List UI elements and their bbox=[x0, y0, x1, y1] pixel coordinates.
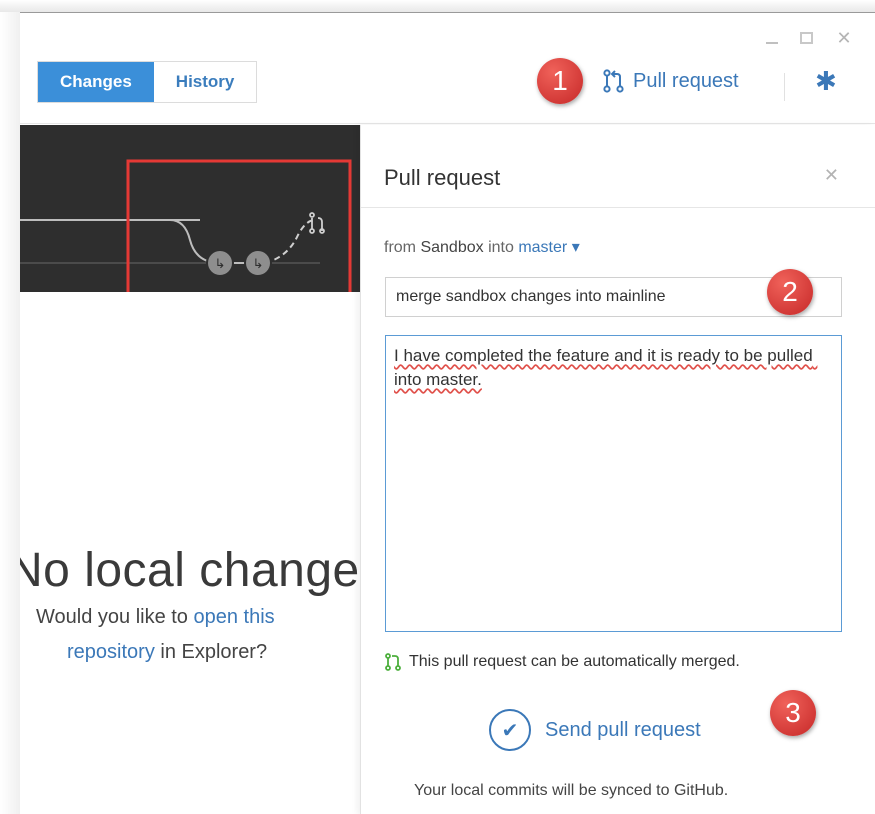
merge-status: This pull request can be automatically m… bbox=[385, 653, 740, 671]
empty-state-line-1: Would you like to open this bbox=[36, 606, 275, 628]
repository-link[interactable]: repository bbox=[67, 641, 155, 663]
sync-note: Your local commits will be synced to Git… bbox=[414, 782, 729, 799]
tab-changes[interactable]: Changes bbox=[38, 62, 154, 102]
target-branch-dropdown[interactable]: master ▾ bbox=[518, 239, 579, 256]
window-shadow-top bbox=[0, 0, 875, 12]
svg-text:↳: ↳ bbox=[253, 257, 264, 272]
empty-state-line-2: repository in Explorer? bbox=[67, 641, 268, 663]
source-branch: Sandbox bbox=[420, 239, 484, 256]
window-close-icon[interactable]: ✕ bbox=[835, 29, 853, 47]
highlight-box bbox=[126, 159, 352, 292]
callout-3: 3 bbox=[770, 690, 816, 736]
merge-ok-icon bbox=[385, 653, 401, 671]
tab-history[interactable]: History bbox=[153, 62, 257, 102]
empty-state-heading: No local changes bbox=[20, 544, 368, 597]
open-in-explorer-link[interactable]: open this bbox=[194, 606, 275, 628]
minimize-icon[interactable] bbox=[766, 32, 778, 44]
gear-icon[interactable]: ✱ bbox=[815, 67, 837, 95]
pull-request-icon bbox=[603, 69, 624, 93]
commit-graph: ↳ ↳ bbox=[20, 125, 360, 292]
toolbar-separator bbox=[784, 73, 785, 101]
maximize-icon[interactable] bbox=[800, 32, 813, 44]
callout-2: 2 bbox=[767, 269, 813, 315]
window-shadow-left bbox=[0, 12, 20, 814]
close-icon[interactable]: ✕ bbox=[824, 165, 839, 186]
send-pull-request-label: Send pull request bbox=[545, 718, 701, 741]
view-tabs: Changes History bbox=[37, 61, 258, 103]
pull-request-button[interactable]: Pull request bbox=[603, 69, 739, 93]
window-controls: ✕ bbox=[766, 29, 853, 47]
app-window: ✕ Changes History Pull request ✱ 1 ↳ ↳ N… bbox=[20, 12, 875, 814]
callout-1: 1 bbox=[537, 58, 583, 104]
pull-request-body-textarea[interactable]: I have completed the feature and it is r… bbox=[385, 335, 842, 632]
header-divider bbox=[20, 123, 875, 124]
branch-selector: from Sandbox into master ▾ bbox=[384, 239, 580, 256]
graph-pull-request-icon bbox=[309, 212, 325, 234]
pull-request-button-label: Pull request bbox=[633, 69, 739, 92]
panel-divider bbox=[361, 207, 875, 208]
chevron-down-icon: ▾ bbox=[571, 239, 580, 256]
send-pull-request-button[interactable]: ✔ Send pull request bbox=[489, 709, 701, 751]
check-icon: ✔ bbox=[489, 709, 531, 751]
panel-title: Pull request bbox=[384, 165, 501, 190]
svg-text:↳: ↳ bbox=[215, 257, 226, 272]
